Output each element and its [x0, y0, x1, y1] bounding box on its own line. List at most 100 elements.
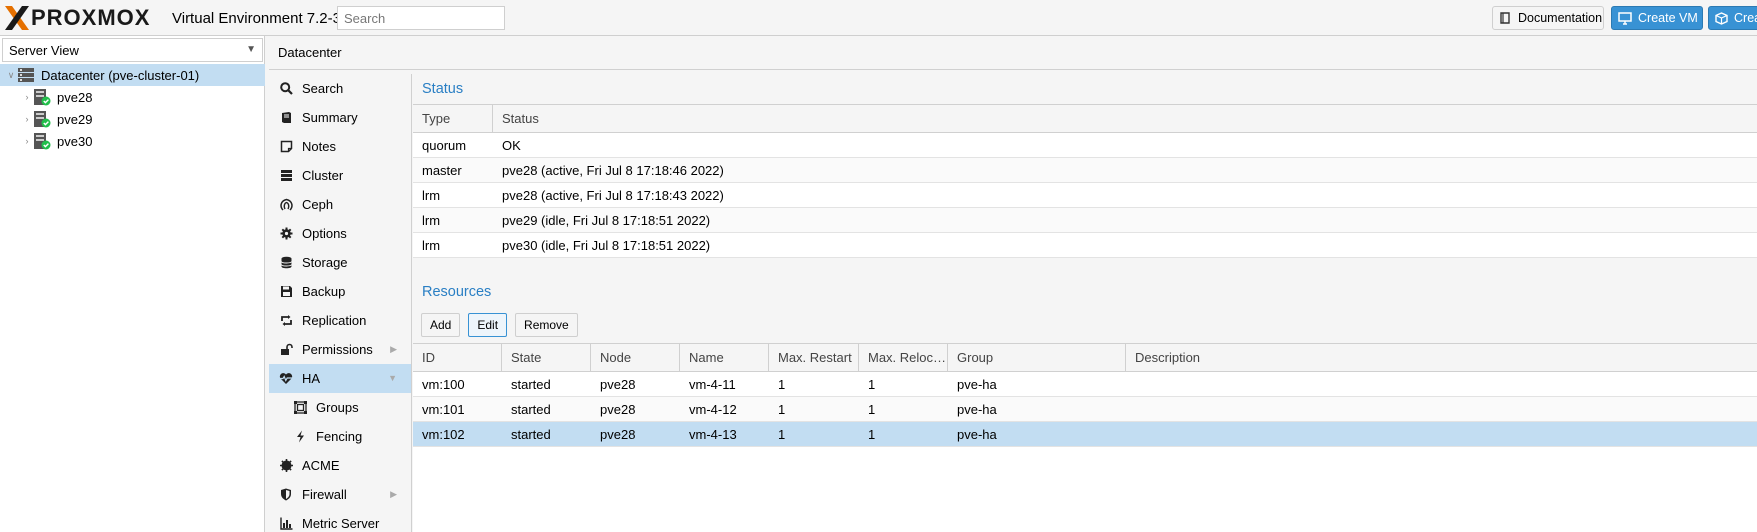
column-header-type[interactable]: Type: [413, 105, 493, 132]
bar-chart-icon: [279, 517, 293, 531]
column-header-max-relocate[interactable]: Max. Reloc…: [859, 344, 948, 371]
bolt-icon: [293, 430, 307, 444]
nav-item-ha[interactable]: HA ▼: [269, 364, 411, 393]
nav-item-firewall[interactable]: Firewall ▶: [269, 480, 411, 509]
table-cell: [1126, 422, 1757, 446]
table-cell: [1126, 372, 1757, 396]
nav-item-notes[interactable]: Notes: [269, 132, 411, 161]
column-header-id[interactable]: ID: [413, 344, 502, 371]
nav-item-label: Fencing: [316, 429, 363, 444]
column-header-node[interactable]: Node: [591, 344, 680, 371]
nav-item-metric-server[interactable]: Metric Server: [269, 509, 411, 532]
table-cell: pve-ha: [957, 376, 997, 392]
table-cell: 1: [778, 426, 786, 442]
nav-item-fencing[interactable]: Fencing: [269, 422, 411, 451]
create-ct-button[interactable]: Crea: [1708, 6, 1757, 30]
tree-item-label: pve28: [57, 89, 93, 105]
collapse-icon[interactable]: ∨: [5, 70, 17, 81]
column-header-name[interactable]: Name: [680, 344, 769, 371]
expand-icon[interactable]: ›: [21, 92, 33, 102]
proxmox-logo[interactable]: PROXMOX: [4, 5, 150, 31]
chevron-down-icon: ▼: [246, 44, 256, 55]
table-cell: quorum: [422, 137, 467, 153]
groups-icon: [293, 401, 307, 415]
add-button[interactable]: Add: [421, 313, 461, 337]
nav-item-label: Metric Server: [302, 516, 380, 531]
heartbeat-icon: [279, 372, 293, 386]
table-cell: started: [511, 376, 551, 392]
remove-button[interactable]: Remove: [515, 313, 578, 337]
nav-item-acme[interactable]: ACME: [269, 451, 411, 480]
table-cell: pve28: [600, 426, 636, 442]
table-cell: lrm: [422, 212, 441, 228]
server-icon: [279, 169, 293, 183]
desktop-icon: [1618, 11, 1632, 25]
nav-item-permissions[interactable]: Permissions ▶: [269, 335, 411, 364]
status-section-title: Status: [413, 74, 1757, 104]
tree-item-label: pve29: [57, 111, 93, 127]
nav-item-cluster[interactable]: Cluster: [269, 161, 411, 190]
nav-item-summary[interactable]: Summary: [269, 103, 411, 132]
table-row[interactable]: lrm pve28 (active, Fri Jul 8 17:18:43 20…: [413, 183, 1757, 208]
nav-item-storage[interactable]: Storage: [269, 248, 411, 277]
column-header-max-restart[interactable]: Max. Restart: [769, 344, 859, 371]
nav-item-label: Ceph: [302, 197, 334, 212]
table-row-selected[interactable]: vm:102 started pve28 vm-4-13 1 1 pve-ha: [413, 422, 1757, 447]
column-header-state[interactable]: State: [502, 344, 591, 371]
table-cell: vm-4-13: [689, 426, 737, 442]
breadcrumb: Datacenter: [269, 36, 1757, 70]
nav-item-groups[interactable]: Groups: [269, 393, 411, 422]
table-cell: pve29 (idle, Fri Jul 8 17:18:51 2022): [502, 212, 711, 228]
nav-item-label: Storage: [302, 255, 348, 270]
nav-item-options[interactable]: Options: [269, 219, 411, 248]
table-cell: vm:102: [422, 426, 465, 442]
table-row[interactable]: lrm pve30 (idle, Fri Jul 8 17:18:51 2022…: [413, 233, 1757, 258]
tree-item-datacenter[interactable]: ∨ Datacenter (pve-cluster-01): [0, 64, 265, 86]
column-header-description[interactable]: Description: [1126, 344, 1757, 371]
expand-icon[interactable]: ›: [21, 136, 33, 146]
version-label: Virtual Environment 7.2-3: [172, 10, 341, 27]
tree-item-node[interactable]: › pve30: [0, 130, 265, 152]
table-row[interactable]: lrm pve29 (idle, Fri Jul 8 17:18:51 2022…: [413, 208, 1757, 233]
top-bar: PROXMOX Virtual Environment 7.2-3 Docume…: [0, 0, 1757, 36]
status-grid: Type Status quorum OK master pve28 (acti…: [413, 104, 1757, 258]
cube-icon: [1715, 11, 1728, 25]
search-input[interactable]: [337, 6, 505, 30]
table-row[interactable]: quorum OK: [413, 133, 1757, 158]
create-vm-button[interactable]: Create VM: [1611, 6, 1703, 30]
edit-button[interactable]: Edit: [468, 313, 508, 337]
resources-grid: ID State Node Name Max. Restart Max. Rel…: [413, 343, 1757, 447]
floppy-icon: [279, 285, 293, 299]
table-row[interactable]: master pve28 (active, Fri Jul 8 17:18:46…: [413, 158, 1757, 183]
ha-content-panel: Status Type Status quorum OK master pve2…: [413, 74, 1757, 532]
table-cell: OK: [502, 137, 521, 153]
node-online-icon: [33, 88, 51, 106]
nav-item-label: Groups: [316, 400, 359, 415]
book-icon: [279, 111, 293, 125]
expand-icon[interactable]: ›: [21, 114, 33, 124]
nav-item-replication[interactable]: Replication: [269, 306, 411, 335]
table-cell: 1: [868, 401, 876, 417]
nav-item-backup[interactable]: Backup: [269, 277, 411, 306]
column-header-group[interactable]: Group: [948, 344, 1126, 371]
nav-item-label: Search: [302, 81, 344, 96]
table-cell: pve28: [600, 376, 636, 392]
table-cell: vm:101: [422, 401, 465, 417]
documentation-label: Documentation: [1518, 11, 1603, 25]
table-row[interactable]: vm:101 started pve28 vm-4-12 1 1 pve-ha: [413, 397, 1757, 422]
table-cell: pve30 (idle, Fri Jul 8 17:18:51 2022): [502, 237, 711, 253]
column-header-status[interactable]: Status: [493, 105, 1757, 132]
table-row[interactable]: vm:100 started pve28 vm-4-11 1 1 pve-ha: [413, 372, 1757, 397]
table-cell: started: [511, 401, 551, 417]
nav-item-search[interactable]: Search: [269, 74, 411, 103]
proxmox-x-icon: [5, 6, 29, 30]
table-cell: pve28 (active, Fri Jul 8 17:18:46 2022): [502, 162, 724, 178]
tree-item-node[interactable]: › pve29: [0, 108, 265, 130]
tree-item-node[interactable]: › pve28: [0, 86, 265, 108]
resource-tree: ∨ Datacenter (pve-cluster-01) › pve28 › …: [0, 64, 265, 152]
documentation-button[interactable]: Documentation: [1492, 6, 1604, 30]
nav-item-ceph[interactable]: Ceph: [269, 190, 411, 219]
tree-item-label: Datacenter (pve-cluster-01): [41, 67, 200, 83]
view-selector[interactable]: Server View ▼: [2, 38, 263, 62]
table-cell: vm:100: [422, 376, 465, 392]
